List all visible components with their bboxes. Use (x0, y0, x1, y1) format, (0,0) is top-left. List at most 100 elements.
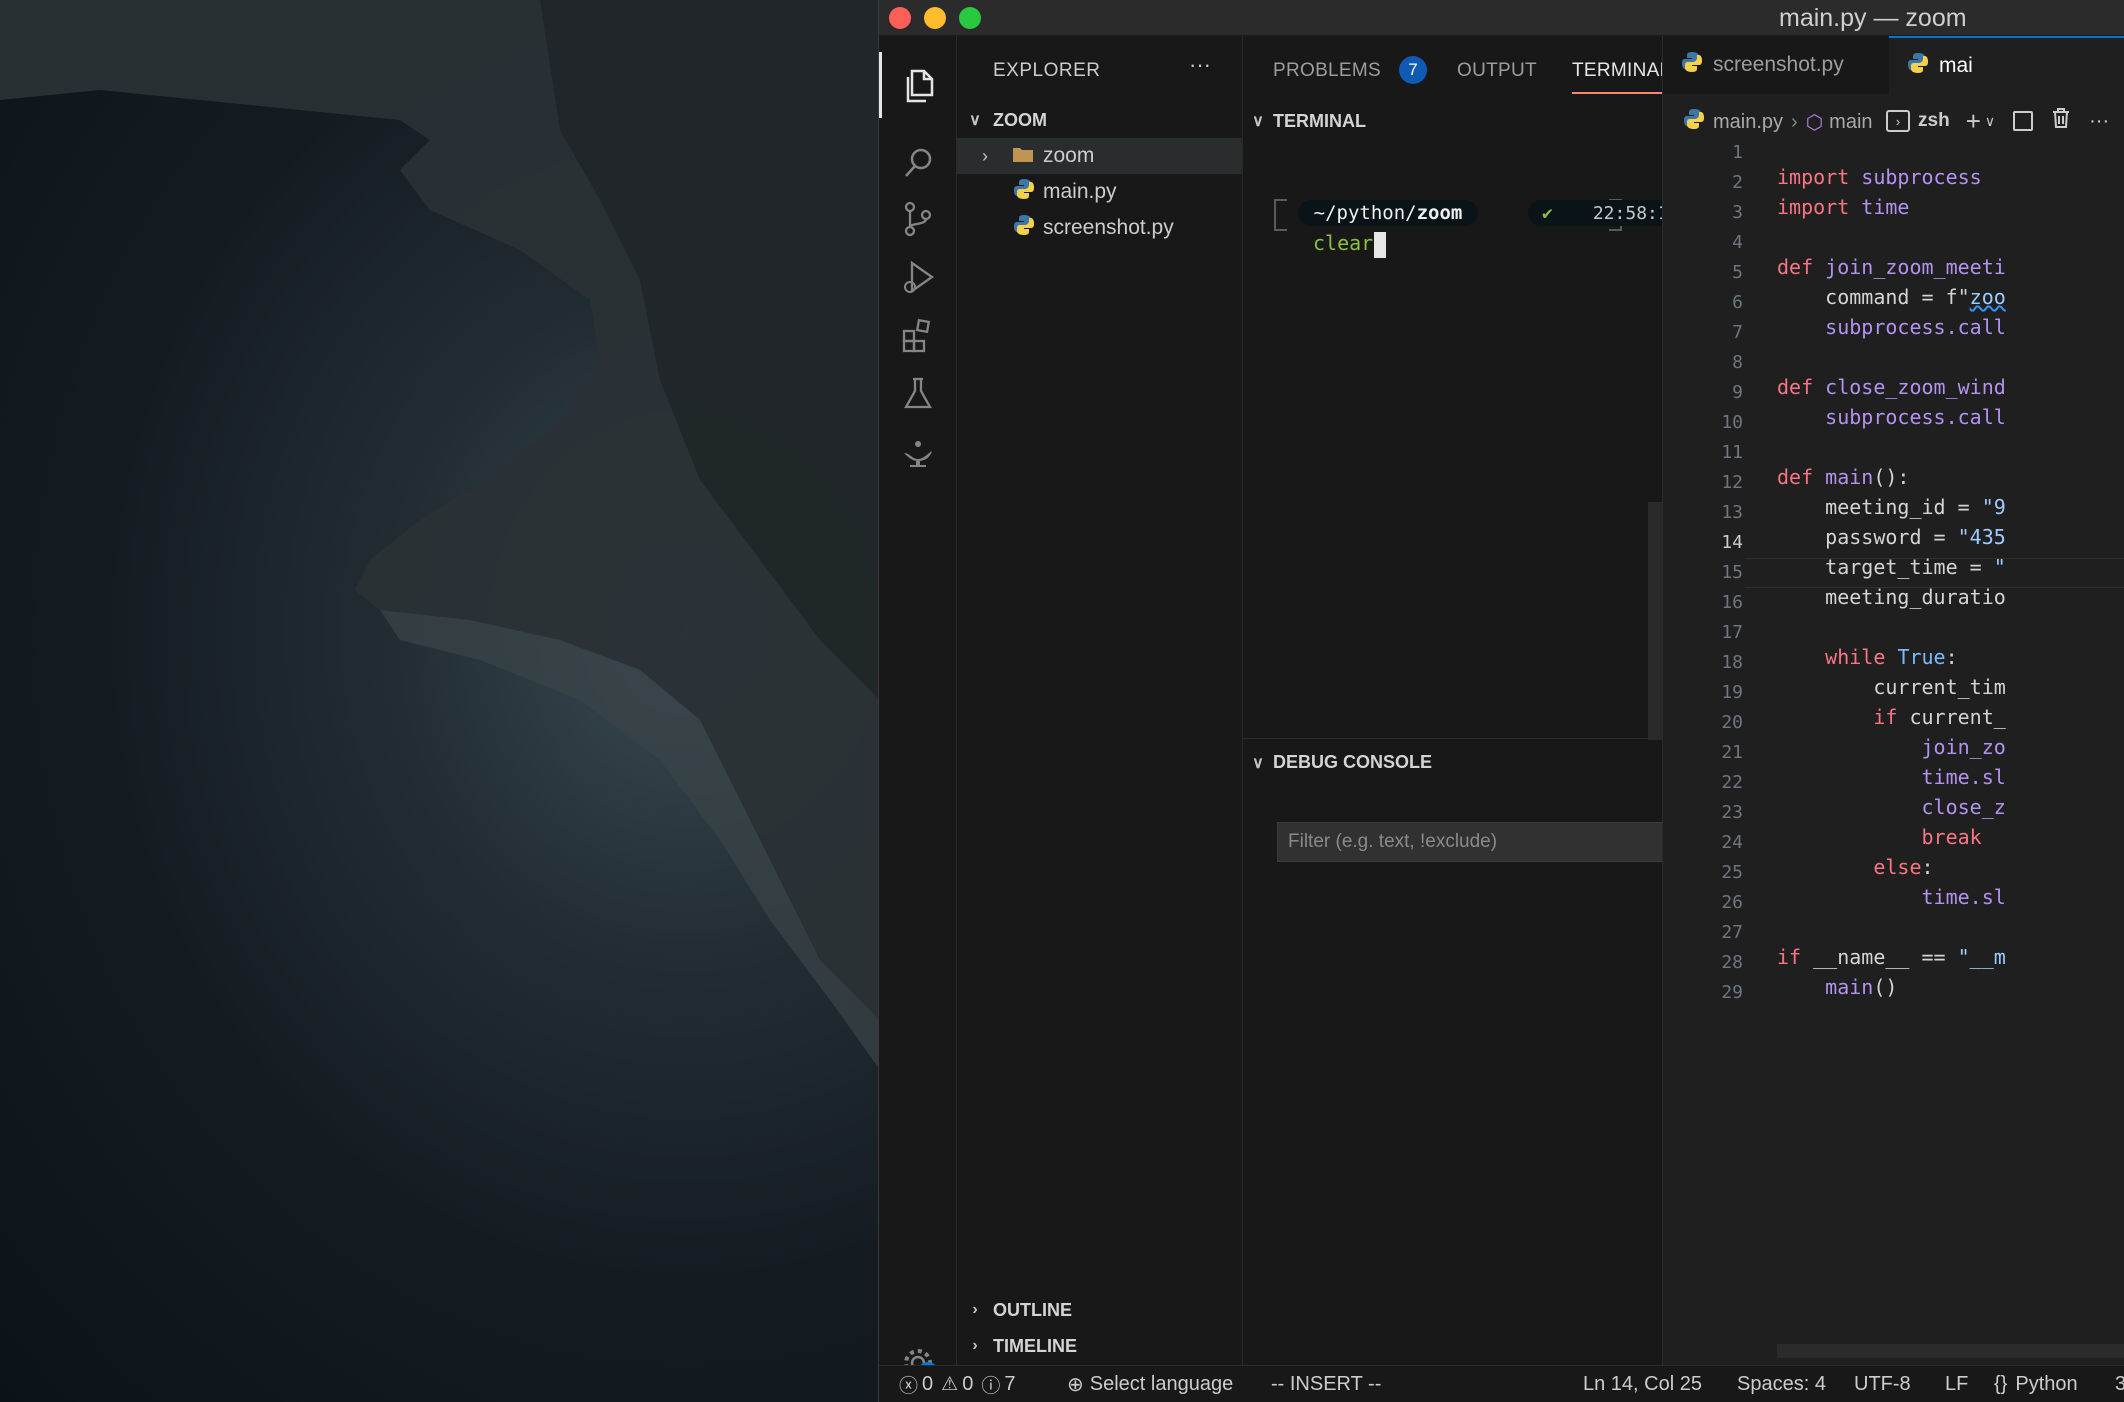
title-bar: main.py — zoom (879, 0, 2124, 36)
bottom-panel: PROBLEMS 7 OUTPUT TERMINAL ∨ TERMINAL ~/… (1242, 36, 1755, 1365)
tab-problems[interactable]: PROBLEMS (1273, 60, 1381, 82)
editor-tabs: screenshot.py mai (1663, 36, 2124, 94)
line-number: 24 (1721, 832, 1743, 853)
line-number: 1 (1732, 142, 1743, 163)
tab-screenshot-py[interactable]: screenshot.py (1681, 36, 1844, 94)
workspace-root-label: ZOOM (993, 109, 1047, 130)
workspace-root[interactable]: ∨ ZOOM (957, 102, 1242, 138)
editor-horizontal-scrollbar[interactable] (1777, 1344, 2124, 1358)
line-number: 23 (1721, 802, 1743, 823)
vscode-window: main.py — zoom 1 EXPLORER ··· (878, 0, 2124, 1402)
new-terminal-plus-icon[interactable]: + (1966, 106, 1981, 137)
folder-icon (1013, 144, 1043, 168)
line-number: 18 (1721, 652, 1743, 673)
line-number: 5 (1732, 262, 1743, 283)
maximize-window-button[interactable] (959, 7, 981, 29)
encoding-status[interactable]: UTF-8 (1854, 1366, 1911, 1402)
genie-lamp-icon[interactable] (879, 420, 957, 486)
activity-bar: 1 (879, 36, 957, 1384)
line-number: 29 (1721, 982, 1743, 1003)
line-number: 13 (1721, 502, 1743, 523)
breadcrumb-file[interactable]: main.py (1713, 111, 1783, 134)
tree-item-screenshot-py[interactable]: screenshot.py (957, 210, 1242, 246)
explorer-more-button[interactable]: ··· (1189, 52, 1211, 78)
braces-icon: {} (1994, 1373, 2008, 1395)
select-language-status[interactable]: ⊕ Select language (1067, 1366, 1233, 1402)
tab-output[interactable]: OUTPUT (1457, 60, 1537, 82)
split-terminal-icon[interactable] (2013, 111, 2034, 131)
breadcrumb-symbol[interactable]: main (1829, 111, 1872, 134)
line-number: 27 (1721, 922, 1743, 943)
debug-console-header[interactable]: ∨ DEBUG CONSOLE (1243, 738, 1663, 786)
chevron-right-icon: › (972, 1337, 978, 1354)
warning-icon: ⚠ (941, 1374, 959, 1395)
terminal-dropdown-chevron-icon[interactable]: ∨ (1985, 113, 1995, 130)
timeline-section[interactable]: › TIMELINE (957, 1328, 1242, 1364)
python-version-status[interactable]: 3 (2115, 1366, 2124, 1402)
tree-item-main-py[interactable]: main.py (957, 174, 1242, 210)
line-number: 8 (1732, 352, 1743, 373)
active-tab-underline (1572, 92, 1669, 94)
terminal-more-icon[interactable]: ··· (2089, 110, 2109, 133)
prompt-path: ~/python/zoom (1298, 200, 1478, 226)
line-number: 19 (1721, 682, 1743, 703)
terminal-shell-icon: › (1886, 110, 1910, 132)
indentation-status[interactable]: Spaces: 4 (1737, 1366, 1826, 1402)
explorer-title: EXPLORER (993, 60, 1101, 81)
line-number: 17 (1721, 622, 1743, 643)
tab-terminal[interactable]: TERMINAL (1572, 60, 1670, 82)
chevron-right-icon: › (972, 1301, 978, 1318)
chevron-down-icon: ∨ (969, 112, 981, 129)
cursor-position-status[interactable]: Ln 14, Col 25 (1583, 1366, 1702, 1402)
chevron-right-icon: › (982, 145, 988, 166)
line-number: 21 (1721, 742, 1743, 763)
line-number: 4 (1732, 232, 1743, 253)
terminal-header: ∨ TERMINAL (1243, 104, 1663, 138)
line-number: 10 (1721, 412, 1743, 433)
terminal-cursor (1374, 231, 1387, 258)
problems-count-badge: 7 (1399, 56, 1427, 84)
run-debug-icon[interactable] (879, 244, 957, 310)
status-bar: ⓧ 0 ⚠ 0 ⓘ 7 ⊕ Select language -- INSERT … (879, 1365, 2124, 1402)
debug-console-label: DEBUG CONSOLE (1273, 752, 1433, 772)
explorer-icon[interactable] (879, 52, 957, 118)
line-number: 16 (1721, 592, 1743, 613)
eol-status[interactable]: LF (1945, 1366, 1968, 1402)
terminal-header-label: TERMINAL (1273, 110, 1366, 131)
tree-item-label: main.py (1043, 180, 1117, 203)
line-number: 7 (1732, 322, 1743, 343)
terminal-body[interactable]: ~/python/zoom ✔ 22:58:14 clear (1243, 140, 1718, 770)
tree-item-label: screenshot.py (1043, 216, 1174, 239)
line-number: 22 (1721, 772, 1743, 793)
tab-main-py[interactable]: mai (1889, 36, 2124, 94)
tree-item-zoom-folder[interactable]: › zoom (957, 138, 1242, 174)
check-icon: ✔ (1542, 202, 1553, 224)
line-number: 11 (1721, 442, 1743, 463)
window-title: main.py — zoom (1779, 4, 1967, 32)
outline-section[interactable]: › OUTLINE (957, 1292, 1242, 1328)
language-mode-status[interactable]: {} Python (1994, 1366, 2078, 1402)
extensions-icon[interactable] (879, 302, 957, 368)
close-window-button[interactable] (889, 7, 911, 29)
terminal-shell-name[interactable]: zsh (1918, 110, 1950, 132)
terminal-scrollbar[interactable] (1648, 502, 1662, 740)
line-number: 28 (1721, 952, 1743, 973)
source-control-icon[interactable] (879, 186, 957, 252)
line-number: 25 (1721, 862, 1743, 883)
problems-status[interactable]: ⓧ 0 ⚠ 0 ⓘ 7 (899, 1366, 1015, 1402)
python-icon (1907, 52, 1929, 80)
timeline-label: TIMELINE (993, 1335, 1077, 1356)
panel-tabs: PROBLEMS 7 OUTPUT TERMINAL (1243, 36, 1670, 94)
editor-area: screenshot.py mai main.py › ⬡ main 12345… (1662, 36, 2124, 1365)
line-number: 26 (1721, 892, 1743, 913)
minimize-window-button[interactable] (924, 7, 946, 29)
testing-flask-icon[interactable] (879, 360, 957, 426)
line-number: 14 (1721, 532, 1743, 553)
terminal-toolbar: › zsh + ∨ ··· (1886, 104, 2109, 138)
outline-label: OUTLINE (993, 1299, 1072, 1320)
line-number: 3 (1732, 202, 1743, 223)
breadcrumb: main.py › ⬡ main (1683, 108, 1873, 136)
trash-icon[interactable] (2051, 107, 2071, 135)
info-icon: ⓘ (981, 1376, 1001, 1397)
code-content[interactable]: import subprocess import time def join_zo… (1777, 138, 2006, 1080)
